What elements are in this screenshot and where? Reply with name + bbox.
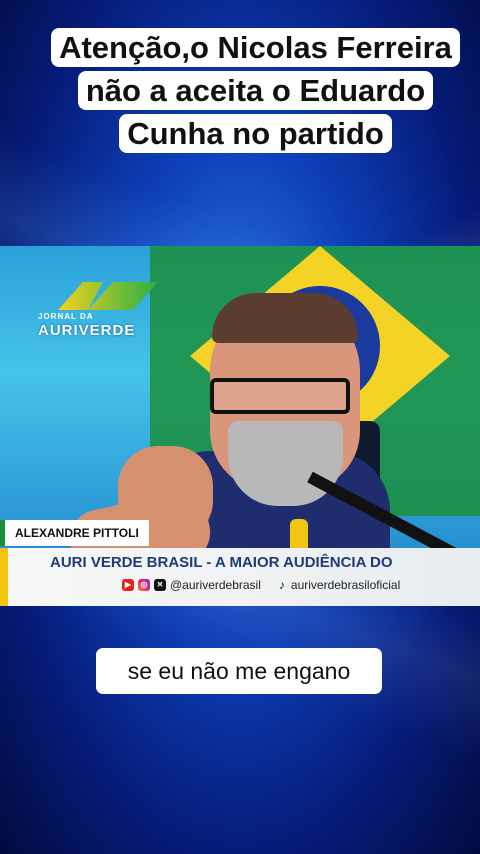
youtube-icon: ▶ (122, 579, 134, 591)
presenter-hair (212, 293, 358, 343)
headline-label: Atenção,o Nicolas Ferreira não a aceita … (51, 28, 460, 153)
x-icon: ✕ (154, 579, 166, 591)
social-links: ▶ ◎ ✕ @auriverdebrasil ♪ auriverdebrasil… (122, 578, 400, 592)
banner-title: AURI VERDE BRASIL - A MAIOR AUDIÊNCIA DO (50, 554, 393, 571)
glasses (210, 378, 350, 414)
presenter-beard (228, 421, 343, 506)
presenter-name-tag: ALEXANDRE PITTOLI (0, 520, 149, 546)
instagram-icon: ◎ (138, 579, 150, 591)
subtitle-caption: se eu não me engano (96, 648, 382, 694)
lower-third: ALEXANDRE PITTOLI AURI VERDE BRASIL - A … (0, 520, 480, 606)
tiktok-icon: ♪ (278, 578, 285, 592)
headline-text: Atenção,o Nicolas Ferreira não a aceita … (48, 26, 463, 155)
video-frame[interactable]: JORNAL DA AURIVERDE ALEXANDRE PITTOLI AU… (0, 246, 480, 606)
tiktok-handle: auriverdebrasiloficial (290, 578, 401, 592)
social-handle: @auriverdebrasil (170, 578, 261, 592)
channel-banner: AURI VERDE BRASIL - A MAIOR AUDIÊNCIA DO… (0, 548, 480, 606)
